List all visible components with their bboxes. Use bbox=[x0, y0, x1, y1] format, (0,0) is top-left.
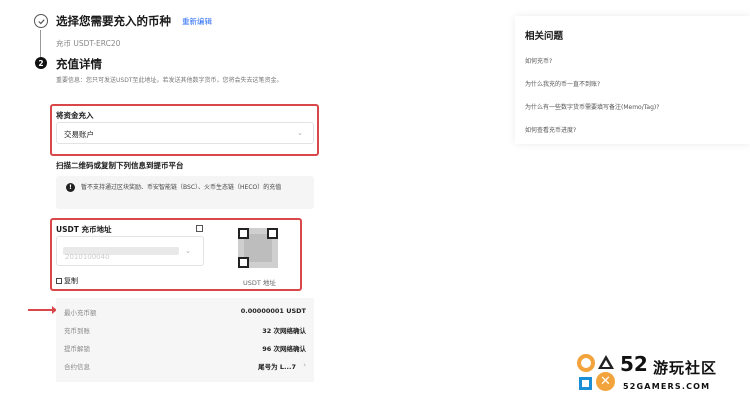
circle-icon bbox=[577, 354, 595, 372]
info-icon: ! bbox=[66, 183, 75, 192]
square-icon bbox=[579, 377, 592, 390]
watermark-logo: ✕ 52 游玩社区 52GAMERS.COM bbox=[577, 352, 745, 398]
info-key: 充币到账 bbox=[64, 327, 90, 335]
cross-icon: ✕ bbox=[596, 372, 615, 391]
copy-icon bbox=[56, 278, 62, 284]
deposit-info-panel: 最小充币额 0.00000001 USDT 充币到账 32 次网络确认 提币解锁… bbox=[56, 298, 314, 382]
step-timeline bbox=[40, 30, 41, 60]
logo-domain: 52GAMERS.COM bbox=[623, 382, 711, 391]
triangle-icon bbox=[598, 355, 614, 369]
info-key: 提币解锁 bbox=[64, 345, 90, 353]
info-value: 96 次网络确认 bbox=[262, 345, 306, 353]
step1-title: 选择您需要充入的币种 bbox=[56, 14, 171, 28]
address-title: USDT 充币地址 bbox=[56, 225, 112, 234]
chevron-down-icon: ⌄ bbox=[185, 247, 191, 255]
account-select-value: 交易账户 bbox=[64, 130, 94, 139]
selected-coin-text: 充币 USDT-ERC20 bbox=[56, 39, 121, 48]
transfer-label: 将资金充入 bbox=[56, 111, 94, 120]
chevron-down-icon: ⌄ bbox=[297, 129, 303, 137]
red-arrow-annotation bbox=[28, 306, 57, 314]
qr-code-icon bbox=[238, 228, 278, 268]
faq-title: 相关问题 bbox=[525, 31, 564, 42]
warning-box: ! 暂不支持通过区块奖励、币安智能链（BSC）、火币生态链（HECO）的充值 bbox=[56, 176, 314, 209]
faq-link[interactable]: 如何查看充币进度? bbox=[525, 125, 576, 134]
info-row[interactable]: 合约信息 尾号为 L...7 › bbox=[64, 361, 306, 371]
important-notice: 重要信息：您只可发送USDT至此地址。若发送其他数字货币，您将会失去这笔资金。 bbox=[56, 77, 283, 84]
account-select[interactable]: 交易账户 ⌄ bbox=[56, 122, 314, 144]
address-select[interactable]: 2010100040 ⌄ bbox=[56, 236, 204, 266]
qr-toggle-icon[interactable] bbox=[196, 225, 203, 232]
info-key: 合约信息 bbox=[64, 363, 90, 371]
qr-label: USDT 地址 bbox=[243, 279, 276, 287]
info-value: 32 次网络确认 bbox=[262, 327, 306, 335]
info-row: 充币到账 32 次网络确认 bbox=[64, 325, 306, 335]
step2-number-badge: 2 bbox=[35, 57, 47, 69]
info-row: 提币解锁 96 次网络确认 bbox=[64, 343, 306, 353]
check-circle-icon bbox=[34, 14, 48, 28]
faq-link[interactable]: 为什么我充的币一直不到账? bbox=[525, 79, 600, 88]
address-value: 2010100040 bbox=[65, 253, 110, 261]
faq-link[interactable]: 如何充币? bbox=[525, 56, 552, 65]
copy-button[interactable]: 复制 bbox=[56, 276, 78, 286]
chevron-right-icon: › bbox=[303, 361, 306, 369]
logo-name: 游玩社区 bbox=[653, 359, 718, 377]
step2-title: 充值详情 bbox=[56, 57, 102, 71]
info-row: 最小充币额 0.00000001 USDT bbox=[64, 307, 306, 317]
copy-label: 复制 bbox=[64, 277, 78, 285]
info-value: 0.00000001 USDT bbox=[240, 307, 306, 315]
logo-number: 52 bbox=[620, 352, 648, 376]
faq-link[interactable]: 为什么有一些数字货币需要填写备注(Memo/Tag)? bbox=[525, 102, 659, 111]
info-key: 最小充币额 bbox=[64, 309, 97, 317]
info-value: 尾号为 L...7 bbox=[258, 363, 296, 371]
faq-panel: 相关问题 如何充币? 为什么我充的币一直不到账? 为什么有一些数字货币需要填写备… bbox=[515, 16, 750, 144]
scan-instructions-title: 扫描二维码或复制下列信息到提币平台 bbox=[56, 161, 184, 170]
reedit-link[interactable]: 重新编辑 bbox=[182, 16, 212, 27]
warning-text: 暂不支持通过区块奖励、币安智能链（BSC）、火币生态链（HECO）的充值 bbox=[81, 184, 282, 191]
